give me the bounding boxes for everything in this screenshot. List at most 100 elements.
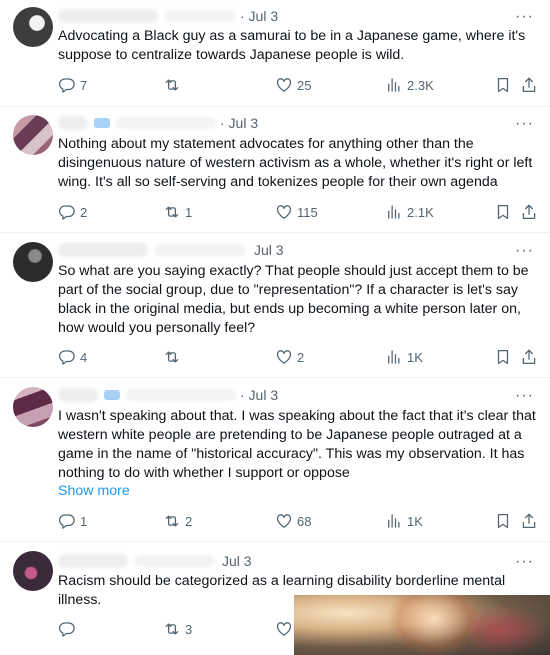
retweet-button[interactable]: 1 (163, 202, 192, 222)
more-icon[interactable]: ··· (515, 116, 534, 132)
more-icon[interactable]: ··· (515, 243, 534, 259)
like-count: 25 (297, 77, 312, 93)
views-button[interactable]: 2.1K (385, 202, 434, 222)
heart-icon (275, 203, 293, 221)
more-icon[interactable]: ··· (515, 554, 534, 570)
tweet-4[interactable]: · Jul 3 ··· I wasn't speaking about that… (0, 378, 550, 542)
retweet-icon (163, 348, 181, 366)
avatar[interactable] (13, 115, 53, 155)
bookmark-button[interactable] (494, 511, 512, 531)
retweet-icon (163, 512, 181, 530)
author-handle-redacted (126, 389, 236, 401)
avatar[interactable] (13, 7, 53, 47)
like-count: 115 (297, 204, 318, 220)
share-button[interactable] (520, 202, 538, 222)
tweet-actions: 2 1 115 2.1K (58, 202, 536, 222)
like-count: 68 (297, 513, 312, 529)
views-button[interactable]: 1K (385, 511, 423, 531)
reply-count: 7 (80, 77, 88, 93)
bookmark-icon (494, 512, 512, 530)
verified-badge (104, 390, 120, 400)
reply-button[interactable]: 4 (58, 347, 87, 367)
reply-count: 1 (80, 513, 88, 529)
heart-icon (275, 512, 293, 530)
reply-button[interactable]: 2 (58, 202, 87, 222)
tweet-date[interactable]: · Jul 3 (240, 387, 278, 403)
like-button[interactable] (275, 619, 293, 639)
bookmark-icon (494, 76, 512, 94)
bookmark-button[interactable] (494, 75, 512, 95)
like-button[interactable]: 115 (275, 202, 318, 222)
heart-icon (275, 348, 293, 366)
tweet-text: So what are you saying exactly? That peo… (58, 263, 529, 336)
author-name-redacted (58, 116, 88, 130)
tweet-actions: 7 25 2.3K (58, 75, 536, 95)
views-button[interactable]: 1K (385, 347, 423, 367)
avatar[interactable] (13, 387, 53, 427)
view-count: 1K (407, 513, 423, 529)
share-icon (520, 348, 538, 366)
share-icon (520, 203, 538, 221)
tweet-2[interactable]: · Jul 3 ··· Nothing about my statement a… (0, 107, 550, 233)
watermark-stamp (469, 605, 549, 655)
author-handle-redacted (116, 117, 216, 129)
tweet-date[interactable]: Jul 3 (254, 242, 284, 258)
bookmark-button[interactable] (494, 347, 512, 367)
retweet-count: 3 (185, 621, 193, 637)
retweet-icon (163, 620, 181, 638)
tweet-header: Jul 3 (58, 241, 284, 259)
reply-count: 2 (80, 204, 88, 220)
reply-button[interactable]: 1 (58, 511, 87, 531)
avatar[interactable] (13, 242, 53, 282)
share-button[interactable] (520, 511, 538, 531)
avatar[interactable] (13, 551, 53, 591)
retweet-icon (163, 76, 181, 94)
view-count: 2.3K (407, 77, 434, 93)
share-button[interactable] (520, 75, 538, 95)
tweet-text: Advocating a Black guy as a samurai to b… (58, 28, 526, 63)
heart-icon (275, 620, 293, 638)
reply-button[interactable] (58, 619, 80, 639)
share-button[interactable] (520, 347, 538, 367)
reply-count: 4 (80, 349, 88, 365)
verified-badge (94, 118, 110, 128)
tweet-1[interactable]: · Jul 3 ··· Advocating a Black guy as a … (0, 0, 550, 107)
analytics-icon (385, 512, 403, 530)
tweet-text: I wasn't speaking about that. I was spea… (58, 408, 536, 481)
tweet-header: · Jul 3 (58, 114, 258, 132)
tweet-text: Nothing about my statement advocates for… (58, 136, 533, 190)
tweet-date[interactable]: · Jul 3 (220, 115, 258, 131)
reply-icon (58, 348, 76, 366)
show-more-link[interactable]: Show more (58, 483, 130, 499)
tweet-date[interactable]: Jul 3 (222, 553, 252, 569)
retweet-button[interactable] (163, 347, 185, 367)
author-name-redacted (58, 388, 98, 402)
reply-icon (58, 203, 76, 221)
retweet-count: 1 (185, 204, 193, 220)
like-button[interactable]: 2 (275, 347, 304, 367)
retweet-button[interactable] (163, 75, 185, 95)
reply-button[interactable]: 7 (58, 75, 87, 95)
like-button[interactable]: 25 (275, 75, 311, 95)
author-handle-redacted (164, 10, 236, 22)
retweet-button[interactable]: 3 (163, 619, 192, 639)
share-icon (520, 76, 538, 94)
tweet-date[interactable]: · Jul 3 (240, 8, 278, 24)
analytics-icon (385, 348, 403, 366)
like-button[interactable]: 68 (275, 511, 311, 531)
view-count: 1K (407, 349, 423, 365)
reply-icon (58, 620, 76, 638)
author-name-redacted (58, 554, 128, 568)
retweet-button[interactable]: 2 (163, 511, 192, 531)
watermark-glow (389, 595, 479, 655)
bookmark-button[interactable] (494, 202, 512, 222)
more-icon[interactable]: ··· (515, 9, 534, 25)
views-button[interactable]: 2.3K (385, 75, 434, 95)
tweet-3[interactable]: Jul 3 ··· So what are you saying exactly… (0, 233, 550, 378)
watermark-image (294, 595, 550, 655)
retweet-icon (163, 203, 181, 221)
share-icon (520, 512, 538, 530)
analytics-icon (385, 76, 403, 94)
more-icon[interactable]: ··· (515, 388, 534, 404)
retweet-count: 2 (185, 513, 193, 529)
